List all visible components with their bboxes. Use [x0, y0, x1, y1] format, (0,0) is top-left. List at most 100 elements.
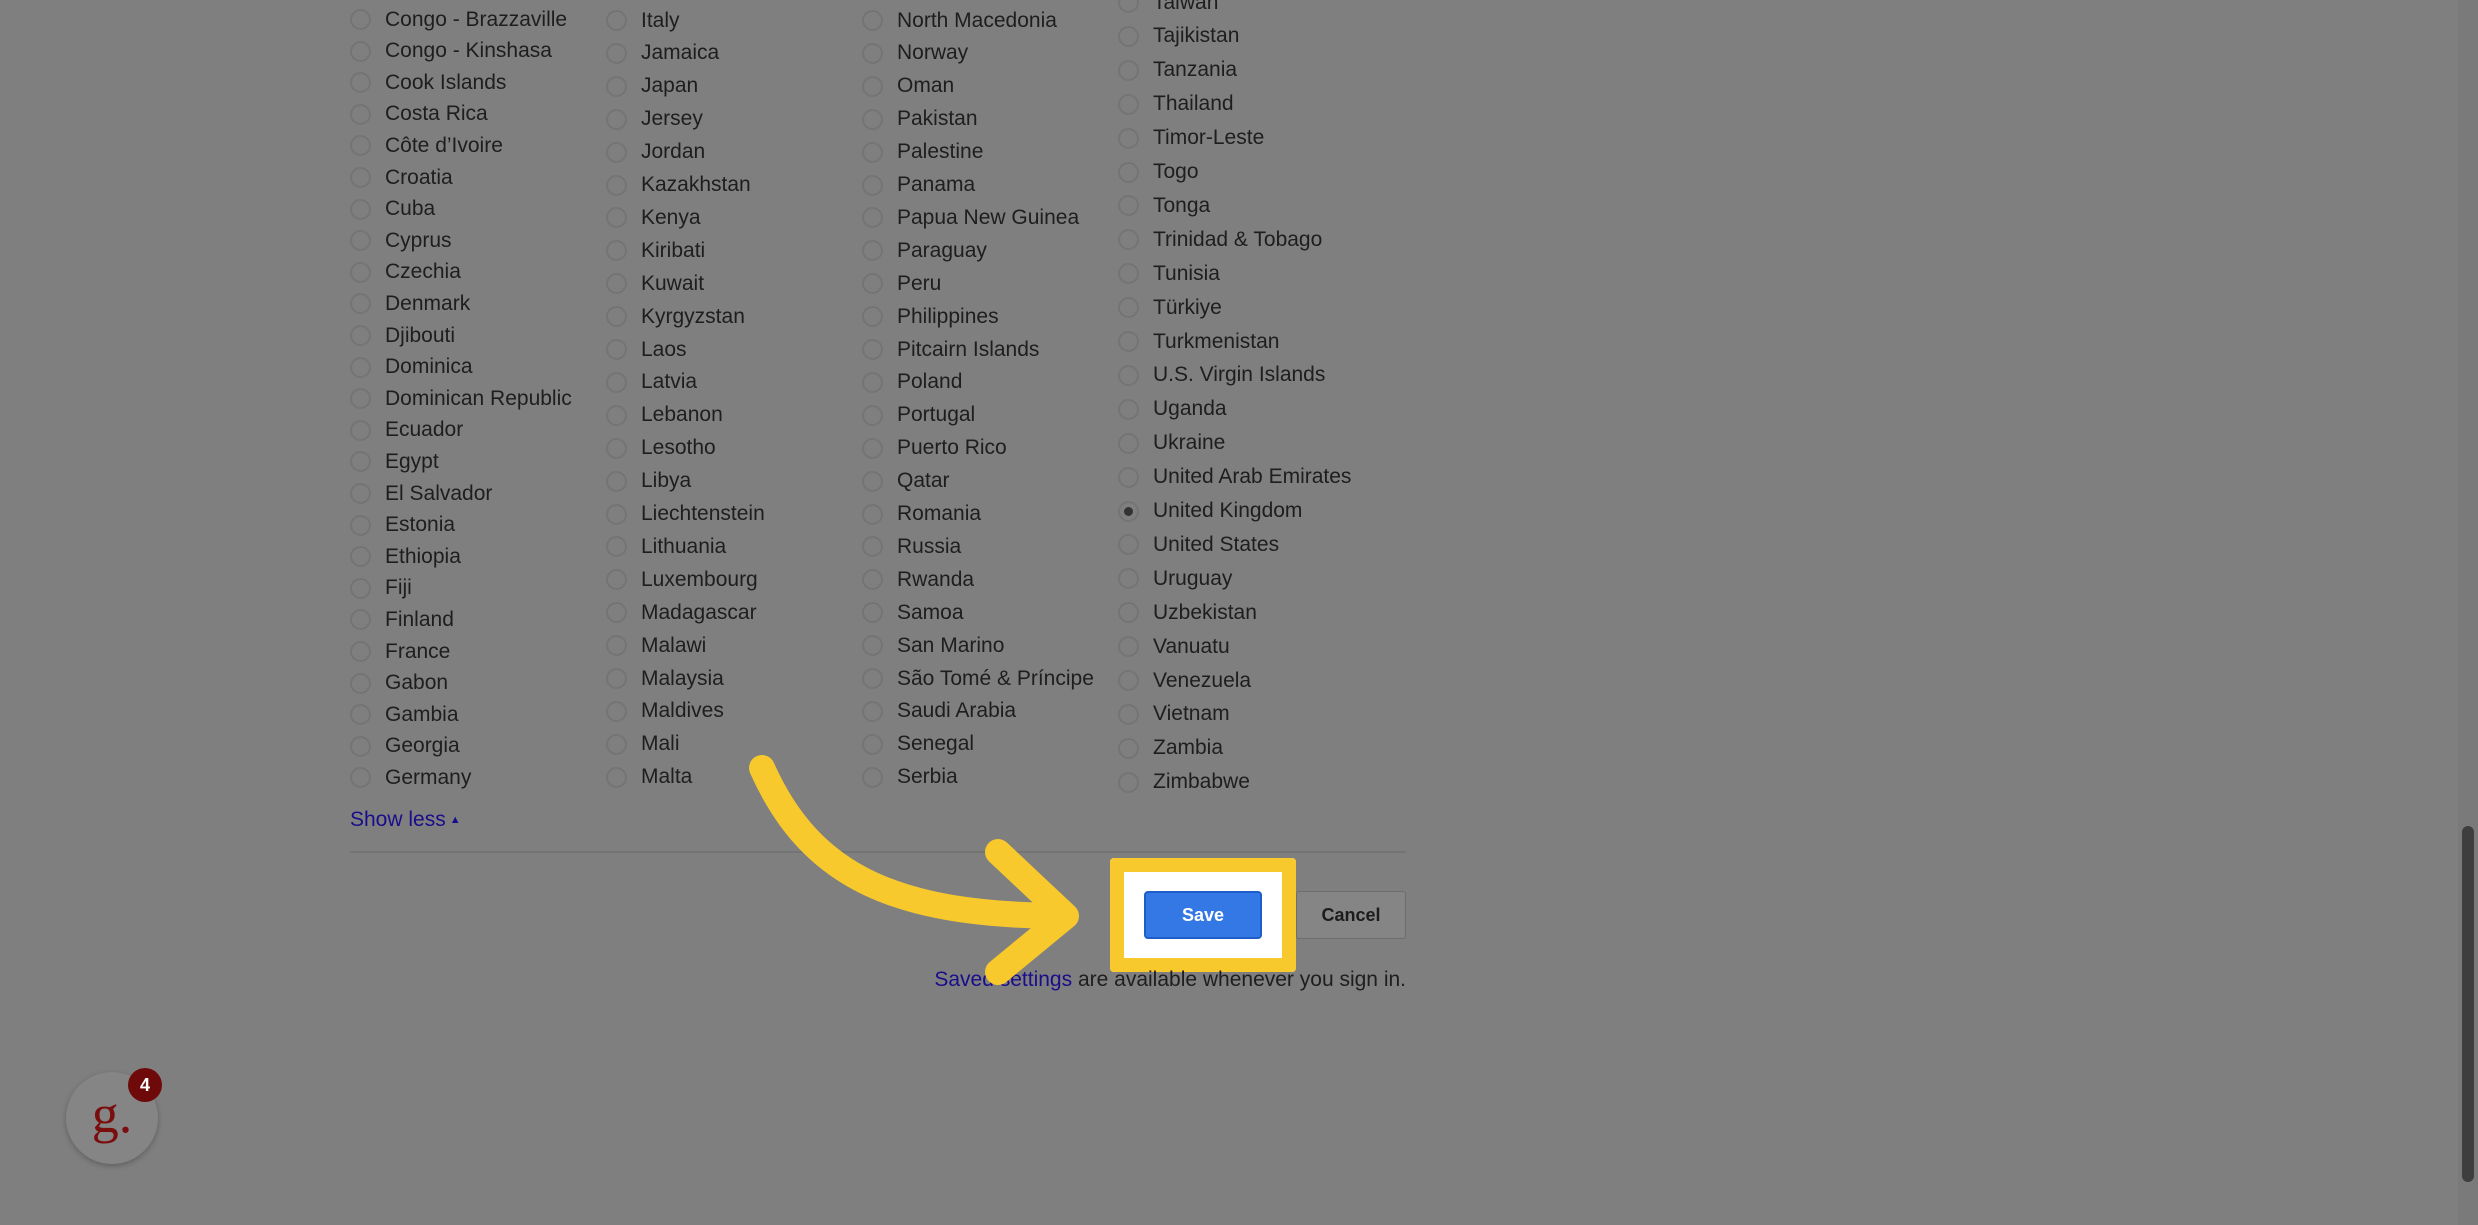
- radio-button[interactable]: [862, 503, 883, 525]
- radio-button[interactable]: [862, 437, 883, 459]
- radio-button[interactable]: [606, 733, 627, 755]
- country-option[interactable]: Kuwait: [606, 267, 704, 300]
- radio-button[interactable]: [606, 404, 627, 426]
- radio-button[interactable]: [1118, 670, 1139, 691]
- show-less-link[interactable]: Show less ▲: [350, 808, 461, 832]
- country-option[interactable]: Czechia: [350, 256, 461, 289]
- country-option[interactable]: Uzbekistan: [1118, 596, 1257, 629]
- country-option[interactable]: Congo - Kinshasa: [350, 35, 552, 68]
- country-option[interactable]: Ecuador: [350, 414, 463, 447]
- country-option[interactable]: Egypt: [350, 445, 439, 478]
- radio-button[interactable]: [862, 108, 883, 130]
- country-option[interactable]: Tanzania: [1118, 54, 1237, 87]
- country-option[interactable]: United Arab Emirates: [1118, 461, 1351, 494]
- country-option[interactable]: Maldives: [606, 695, 724, 728]
- country-option[interactable]: Palestine: [862, 136, 983, 169]
- radio-button[interactable]: [1118, 195, 1139, 217]
- radio-button[interactable]: [862, 700, 883, 722]
- radio-button[interactable]: [862, 602, 883, 624]
- radio-button[interactable]: [862, 42, 883, 64]
- radio-button[interactable]: [606, 339, 627, 360]
- country-option[interactable]: Venezuela: [1118, 664, 1251, 697]
- radio-button[interactable]: [1118, 364, 1139, 386]
- radio-button[interactable]: [862, 668, 883, 689]
- radio-button[interactable]: [350, 40, 371, 62]
- country-option[interactable]: United States: [1118, 528, 1279, 561]
- country-option[interactable]: Cyprus: [350, 224, 452, 257]
- radio-button[interactable]: [350, 767, 371, 789]
- radio-button[interactable]: [350, 546, 371, 568]
- radio-button[interactable]: [862, 75, 883, 97]
- country-option[interactable]: Ethiopia: [350, 540, 461, 573]
- radio-button[interactable]: [350, 735, 371, 757]
- radio-button[interactable]: [1118, 432, 1139, 454]
- radio-button[interactable]: [606, 766, 627, 788]
- radio-button[interactable]: [606, 174, 627, 196]
- country-option[interactable]: Lithuania: [606, 530, 726, 563]
- country-option[interactable]: Croatia: [350, 161, 453, 194]
- country-option[interactable]: Congo - Brazzaville: [350, 3, 567, 36]
- save-button[interactable]: Save: [1144, 891, 1262, 939]
- radio-button[interactable]: [350, 514, 371, 536]
- country-option[interactable]: Oman: [862, 70, 954, 103]
- country-option[interactable]: Vietnam: [1118, 698, 1230, 731]
- radio-button[interactable]: [1118, 0, 1139, 13]
- country-option[interactable]: San Marino: [862, 629, 1004, 662]
- radio-button[interactable]: [862, 470, 883, 492]
- radio-button[interactable]: [862, 306, 883, 328]
- radio-button[interactable]: [862, 766, 883, 788]
- country-option[interactable]: Rwanda: [862, 563, 974, 596]
- country-option[interactable]: El Salvador: [350, 477, 492, 510]
- radio-button[interactable]: [1118, 568, 1139, 590]
- country-option[interactable]: Djibouti: [350, 319, 455, 352]
- country-option[interactable]: Uruguay: [1118, 562, 1232, 595]
- country-option[interactable]: Latvia: [606, 366, 697, 399]
- country-option[interactable]: Libya: [606, 465, 691, 498]
- radio-button[interactable]: [350, 325, 371, 346]
- country-option[interactable]: United Kingdom: [1118, 495, 1302, 528]
- country-option[interactable]: Russia: [862, 530, 961, 563]
- radio-button[interactable]: [350, 9, 371, 30]
- radio-button[interactable]: [350, 577, 371, 599]
- scrollbar[interactable]: [2458, 0, 2478, 1225]
- country-option[interactable]: Timor-Leste: [1118, 122, 1264, 155]
- radio-button[interactable]: [1118, 602, 1139, 624]
- country-option[interactable]: Zimbabwe: [1118, 766, 1250, 799]
- radio-button[interactable]: [862, 733, 883, 755]
- country-option[interactable]: Madagascar: [606, 596, 757, 629]
- country-option[interactable]: Malaysia: [606, 662, 724, 695]
- country-option[interactable]: São Tomé & Príncipe: [862, 662, 1094, 695]
- radio-button[interactable]: [862, 240, 883, 262]
- country-option[interactable]: Thailand: [1118, 88, 1234, 121]
- country-option[interactable]: Peru: [862, 267, 941, 300]
- country-option[interactable]: Saudi Arabia: [862, 695, 1016, 728]
- country-option[interactable]: Fiji: [350, 572, 412, 605]
- country-option[interactable]: Lebanon: [606, 399, 723, 432]
- radio-button[interactable]: [606, 240, 627, 262]
- radio-button[interactable]: [606, 141, 627, 163]
- radio-button[interactable]: [1118, 229, 1139, 251]
- country-option[interactable]: U.S. Virgin Islands: [1118, 359, 1325, 392]
- country-option[interactable]: Dominican Republic: [350, 382, 572, 415]
- radio-button[interactable]: [1118, 771, 1139, 793]
- radio-button[interactable]: [862, 339, 883, 360]
- country-option[interactable]: Malta: [606, 761, 692, 794]
- radio-button[interactable]: [606, 437, 627, 459]
- radio-button[interactable]: [1118, 703, 1139, 725]
- radio-button[interactable]: [350, 672, 371, 694]
- country-option[interactable]: Ukraine: [1118, 427, 1225, 460]
- country-option[interactable]: Samoa: [862, 596, 964, 629]
- radio-button[interactable]: [862, 404, 883, 426]
- radio-button[interactable]: [862, 569, 883, 591]
- country-option[interactable]: Kenya: [606, 201, 701, 234]
- radio-button[interactable]: [862, 207, 883, 229]
- country-option[interactable]: Uganda: [1118, 393, 1227, 426]
- radio-button[interactable]: [606, 503, 627, 525]
- radio-button[interactable]: [606, 371, 627, 393]
- radio-button[interactable]: [606, 306, 627, 328]
- country-option[interactable]: Cook Islands: [350, 66, 506, 99]
- country-option[interactable]: Qatar: [862, 465, 950, 498]
- country-option[interactable]: Romania: [862, 498, 981, 531]
- radio-button[interactable]: [1118, 297, 1139, 319]
- radio-button[interactable]: [1118, 636, 1139, 658]
